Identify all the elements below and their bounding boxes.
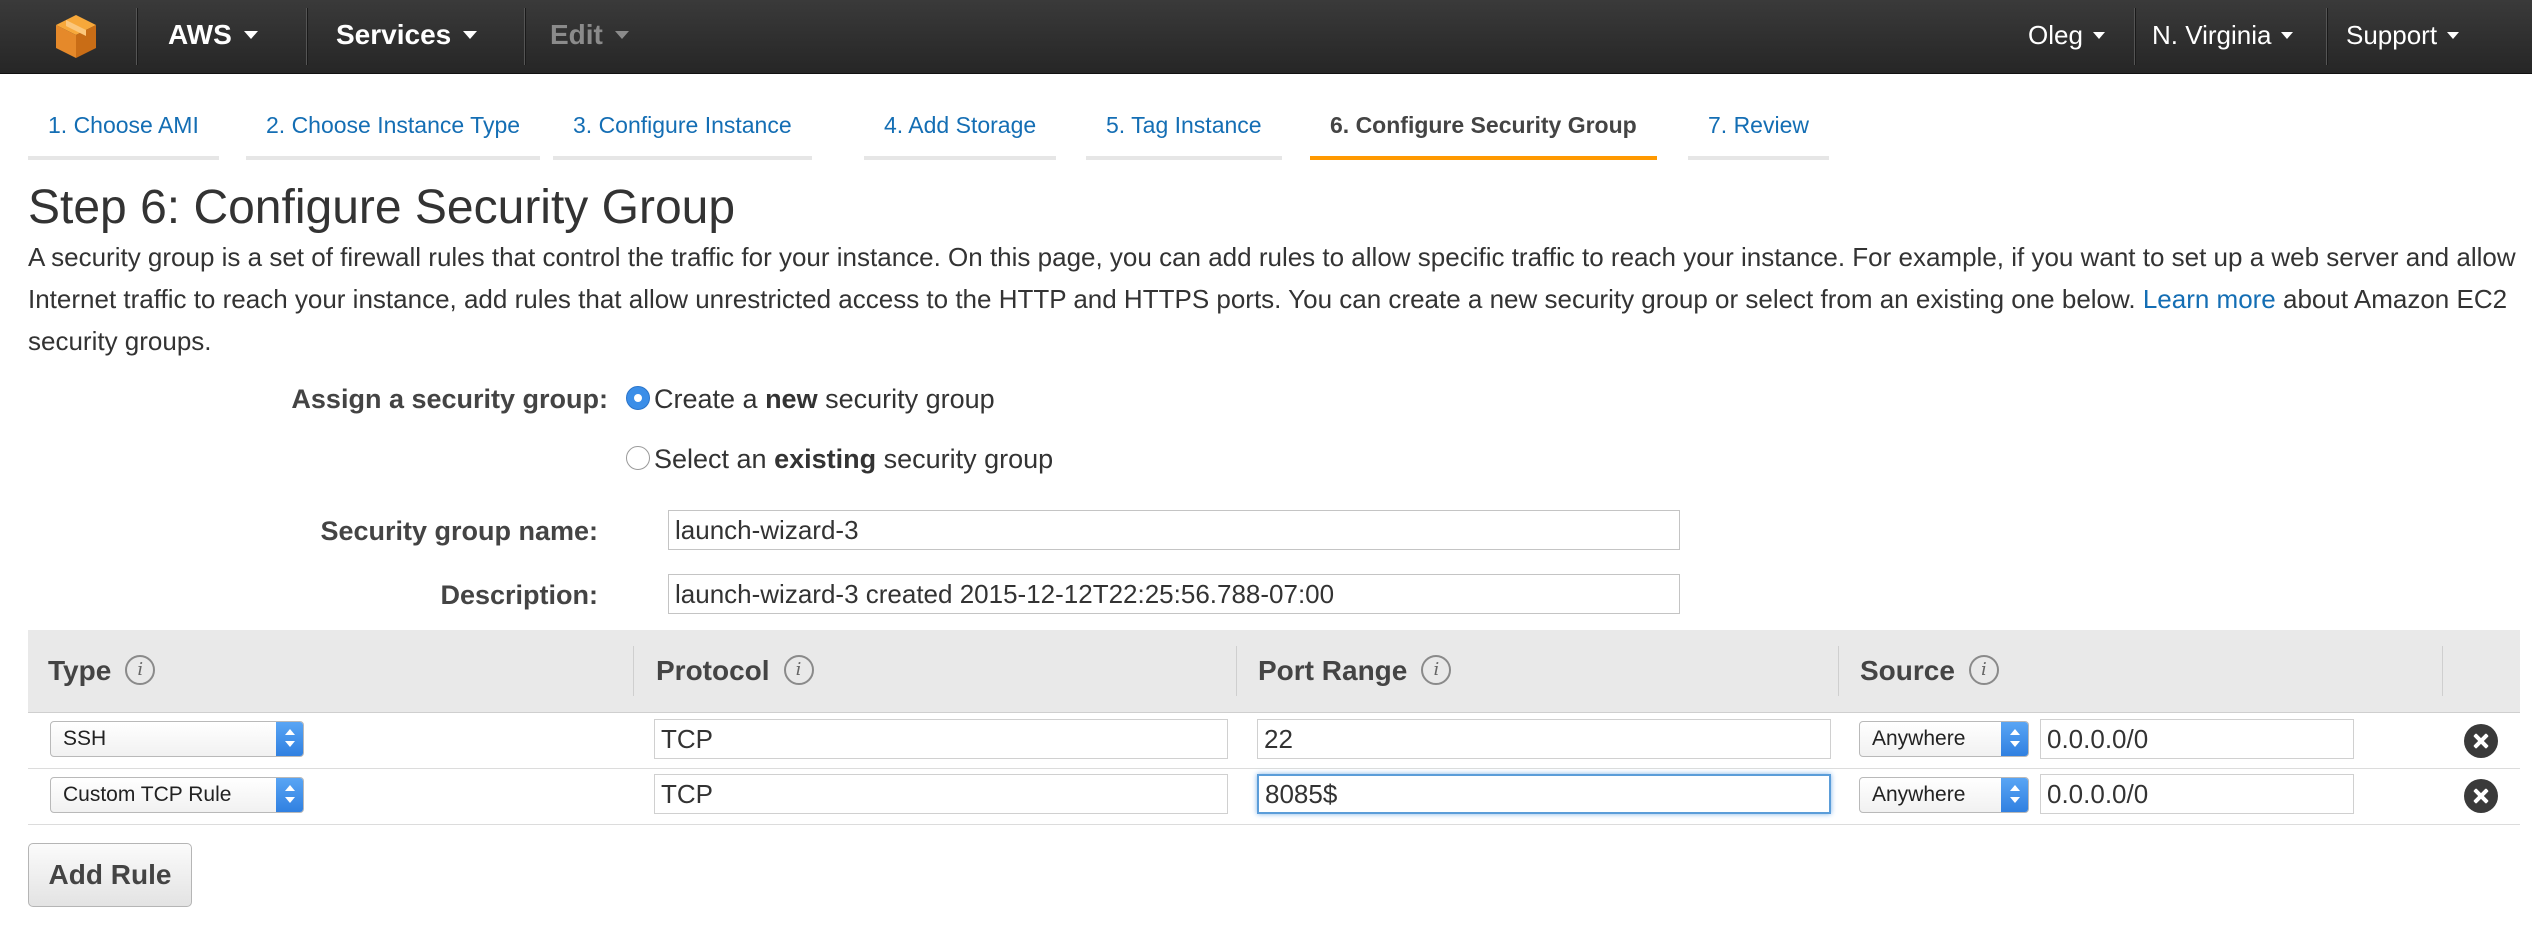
- tab-add-storage[interactable]: 4. Add Storage: [864, 100, 1057, 160]
- support-menu[interactable]: Support: [2346, 0, 2460, 73]
- assign-security-group-label: Assign a security group:: [291, 384, 608, 414]
- edit-menu[interactable]: Edit: [550, 0, 629, 73]
- source-select[interactable]: Anywhere: [1859, 777, 2029, 813]
- tab-configure-instance[interactable]: 3. Configure Instance: [553, 100, 812, 160]
- rule-type-select[interactable]: Custom TCP Rule: [50, 777, 304, 813]
- remove-rule-close-icon[interactable]: [2464, 779, 2498, 813]
- user-menu-label: Oleg: [2028, 20, 2083, 50]
- protocol-field[interactable]: TCP: [654, 719, 1228, 759]
- table-row: Custom TCP Rule TCP 8085$ Anywhere 0.0.0…: [28, 769, 2520, 825]
- column-header-type: Type i: [48, 630, 156, 712]
- option-existing-bold: existing: [774, 444, 877, 474]
- chevron-down-icon: [2281, 31, 2294, 39]
- user-menu[interactable]: Oleg: [2028, 0, 2105, 73]
- description-label: Description:: [440, 580, 598, 610]
- option-new-bold: new: [765, 384, 818, 414]
- source-select[interactable]: Anywhere: [1859, 721, 2029, 757]
- services-menu[interactable]: Services: [336, 0, 478, 73]
- page-title: Step 6: Configure Security Group: [28, 181, 736, 234]
- rules-table-header: Type i Protocol i Port Range i Source i: [28, 630, 2520, 713]
- column-divider: [1838, 646, 1839, 696]
- select-stepper-icon: [2001, 722, 2028, 756]
- source-cidr-input[interactable]: 0.0.0.0/0: [2040, 774, 2354, 814]
- info-icon[interactable]: i: [1421, 654, 1452, 685]
- tab-choose-ami[interactable]: 1. Choose AMI: [28, 100, 219, 160]
- column-divider: [633, 646, 634, 696]
- rule-type-select[interactable]: SSH: [50, 721, 304, 757]
- select-stepper-icon: [276, 722, 303, 756]
- support-menu-label: Support: [2346, 20, 2438, 50]
- radio-unselected-icon[interactable]: [626, 445, 650, 470]
- chevron-down-icon: [463, 30, 478, 39]
- tab-configure-security-group[interactable]: 6. Configure Security Group: [1310, 100, 1657, 160]
- info-icon[interactable]: i: [783, 654, 814, 685]
- add-rule-button[interactable]: Add Rule: [28, 843, 192, 907]
- aws-cube-logo-icon[interactable]: [52, 12, 100, 60]
- security-group-name-input[interactable]: launch-wizard-3: [668, 510, 1680, 550]
- services-menu-label: Services: [336, 19, 452, 50]
- info-icon[interactable]: i: [1968, 654, 1999, 685]
- aws-menu[interactable]: AWS: [168, 0, 258, 73]
- table-row: SSH TCP 22 Anywhere 0.0.0.0/0: [28, 713, 2520, 769]
- port-range-input[interactable]: 8085$: [1257, 774, 1831, 814]
- select-stepper-icon: [2001, 778, 2028, 812]
- column-protocol-label: Protocol: [656, 655, 770, 686]
- radio-selected-icon[interactable]: [626, 385, 650, 410]
- description-input[interactable]: launch-wizard-3 created 2015-12-12T22:25…: [668, 574, 1680, 614]
- tab-tag-instance[interactable]: 5. Tag Instance: [1086, 100, 1282, 160]
- protocol-field[interactable]: TCP: [654, 774, 1228, 814]
- select-existing-security-group-option[interactable]: Select an existing security group: [626, 444, 1053, 475]
- select-stepper-icon: [276, 778, 303, 812]
- aws-menu-label: AWS: [168, 19, 232, 50]
- column-port-range-label: Port Range: [1258, 655, 1408, 686]
- region-menu[interactable]: N. Virginia: [2152, 0, 2294, 73]
- topbar-divider: [136, 8, 138, 65]
- tab-review[interactable]: 7. Review: [1688, 100, 1829, 160]
- topbar-divider: [2134, 8, 2136, 65]
- source-cidr-input[interactable]: 0.0.0.0/0: [2040, 719, 2354, 759]
- edit-menu-label: Edit: [550, 19, 603, 50]
- option-existing-prefix: Select an: [654, 444, 775, 474]
- info-icon[interactable]: i: [125, 654, 156, 685]
- column-header-source: Source i: [1860, 630, 1999, 712]
- tab-choose-instance-type[interactable]: 2. Choose Instance Type: [246, 100, 541, 160]
- region-menu-label: N. Virginia: [2152, 20, 2272, 50]
- remove-rule-close-icon[interactable]: [2464, 724, 2498, 758]
- topbar-divider: [524, 8, 526, 65]
- chevron-down-icon: [243, 30, 258, 39]
- source-value: Anywhere: [1872, 783, 1966, 806]
- column-divider: [1236, 646, 1237, 696]
- topbar-divider: [306, 8, 308, 65]
- rule-type-value: SSH: [63, 727, 107, 750]
- port-range-input[interactable]: 22: [1257, 719, 1831, 759]
- chevron-down-icon: [2092, 31, 2105, 39]
- column-header-port-range: Port Range i: [1258, 630, 1452, 712]
- column-header-protocol: Protocol i: [656, 630, 814, 712]
- chevron-down-icon: [2447, 31, 2460, 39]
- topbar-divider: [2326, 8, 2328, 65]
- column-type-label: Type: [48, 655, 112, 686]
- chevron-down-icon: [614, 30, 629, 39]
- rule-type-value: Custom TCP Rule: [63, 783, 232, 806]
- top-navigation-bar: AWS Services Edit Oleg N. Virginia Suppo…: [0, 0, 2532, 74]
- source-value: Anywhere: [1872, 727, 1966, 750]
- column-source-label: Source: [1860, 655, 1955, 686]
- option-new-prefix: Create a: [654, 384, 766, 414]
- security-group-name-label: Security group name:: [320, 516, 598, 546]
- column-divider: [2442, 646, 2443, 696]
- page-description: A security group is a set of firewall ru…: [28, 236, 2518, 362]
- option-new-suffix: security group: [817, 384, 995, 414]
- create-new-security-group-option[interactable]: Create a new security group: [626, 384, 995, 415]
- option-existing-suffix: security group: [876, 444, 1054, 474]
- learn-more-link[interactable]: Learn more: [2143, 284, 2276, 314]
